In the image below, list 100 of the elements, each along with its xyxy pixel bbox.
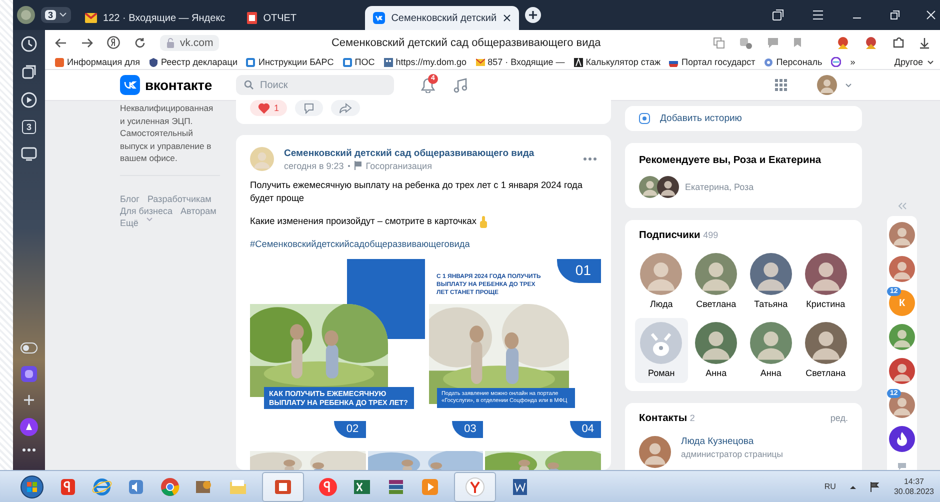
forward-icon[interactable] — [81, 38, 93, 48]
puzzle-icon[interactable] — [892, 36, 905, 49]
browser-icon[interactable] — [58, 476, 78, 496]
browser-icon[interactable] — [318, 476, 338, 496]
bookmark[interactable]: ПОС — [342, 57, 375, 67]
follower[interactable]: Люда — [635, 249, 688, 314]
play-icon[interactable] — [21, 92, 37, 108]
bookmark[interactable]: Информация для — [55, 57, 140, 67]
bookmark-favicon-icon — [246, 58, 256, 66]
edge-icon[interactable] — [831, 57, 842, 67]
chat-shortcut[interactable] — [889, 426, 915, 452]
browser-tab[interactable]: 122 · Входящие — Яндекс — [77, 6, 234, 30]
chevron-down-icon[interactable] — [845, 82, 852, 88]
comment-button[interactable] — [295, 100, 324, 116]
internet-explorer-icon[interactable] — [92, 476, 112, 496]
chat-shortcut[interactable] — [889, 358, 915, 384]
screen-share-icon[interactable] — [21, 146, 37, 162]
tabs-icon[interactable] — [772, 9, 784, 21]
follower[interactable]: Татьяна — [744, 249, 798, 314]
bookmark-favicon-icon — [342, 58, 352, 66]
more-icon[interactable] — [22, 448, 36, 452]
avatar[interactable] — [657, 176, 679, 198]
new-tab-icon[interactable] — [524, 7, 541, 23]
share-icon — [339, 102, 352, 114]
chat-avatar — [889, 392, 915, 418]
extension-icon[interactable] — [739, 36, 753, 48]
section-title[interactable]: Контакты 2 — [639, 413, 695, 424]
clock[interactable]: 14:37 30.08.2023 — [894, 476, 934, 496]
back-icon[interactable] — [55, 38, 67, 48]
chat-shortcut[interactable] — [889, 256, 915, 282]
tray-arrow-icon[interactable] — [850, 484, 856, 488]
reload-icon[interactable] — [134, 36, 146, 48]
comment-icon — [303, 102, 316, 114]
bookmark[interactable]: Портал государст — [669, 57, 756, 67]
follower-avatar — [804, 253, 847, 295]
profile-icon[interactable] — [17, 6, 35, 24]
apps-grid-icon[interactable] — [775, 79, 787, 91]
address-text: vk.com — [180, 36, 214, 48]
address-field[interactable]: vk.com — [160, 34, 220, 50]
chat-shortcut[interactable] — [889, 324, 915, 350]
language-indicator[interactable]: RU — [824, 482, 836, 491]
add-icon[interactable] — [23, 394, 35, 406]
flag-icon[interactable] — [870, 482, 880, 492]
chrome-icon[interactable] — [160, 476, 180, 496]
add-story-button[interactable]: Добавить историю — [625, 106, 862, 131]
hashtag-link[interactable]: #Семенковскийдетскийсадобщеразвивающеговида — [250, 239, 470, 249]
assistant-icon[interactable] — [21, 366, 37, 382]
follower[interactable]: Роман — [635, 318, 688, 383]
tab-count-button[interactable]: 3 — [22, 120, 36, 134]
follower[interactable]: Кристина — [799, 249, 852, 314]
browser-tab[interactable]: ОТЧЕТ — [239, 6, 360, 30]
collections-icon[interactable] — [21, 64, 37, 80]
chat-shortcut[interactable] — [889, 222, 915, 248]
start-button-icon[interactable] — [20, 474, 44, 498]
bookmarks-more[interactable]: » — [850, 57, 856, 67]
post-text: Получить ежемесячную выплату на ребенка до трех лет с 1 января 2024 года будет проще — [250, 179, 584, 205]
yandex-browser-icon[interactable] — [465, 476, 485, 496]
contact-name[interactable]: Люда Кузнецова — [681, 436, 783, 447]
menu-icon[interactable] — [812, 10, 824, 20]
heart-icon — [258, 102, 270, 114]
vk-logo-icon — [373, 12, 386, 24]
media-player-icon[interactable] — [420, 476, 440, 496]
post-time[interactable]: сегодня в 9:23 — [284, 160, 344, 170]
music-icon[interactable] — [453, 78, 467, 92]
vk-logo[interactable]: вконтакте — [120, 75, 236, 95]
share-button[interactable] — [331, 100, 360, 116]
chat-avatar — [889, 358, 915, 384]
document-icon[interactable] — [510, 476, 530, 496]
bookmark[interactable]: 857 · Входящие — — [476, 57, 565, 67]
follower[interactable]: Светлана — [690, 249, 742, 314]
bookmark[interactable]: Инструкции БАРС — [246, 57, 334, 67]
chevron-down-icon — [146, 216, 154, 222]
follower[interactable]: Анна — [744, 318, 798, 383]
history-icon[interactable] — [21, 36, 37, 52]
other-bookmarks[interactable]: Другое — [894, 57, 940, 67]
friend-names: Екатерина, Роза — [685, 182, 754, 192]
browser-tab[interactable]: Семенковский детский — [365, 6, 519, 30]
yandex-icon[interactable] — [107, 36, 120, 49]
contact-avatar[interactable] — [639, 436, 671, 468]
extension-icon[interactable] — [836, 36, 850, 50]
extension-icon[interactable] — [864, 36, 878, 50]
restore-icon[interactable] — [890, 10, 900, 20]
search-icon — [244, 80, 254, 90]
document-icon — [247, 12, 258, 24]
bookmark[interactable]: https://my.dom.go — [384, 57, 467, 67]
follower-avatar — [750, 253, 792, 295]
section-title[interactable]: Подписчики 499 — [635, 230, 852, 241]
post-author[interactable]: Семенковский детский сад общеразвивающего вида — [284, 148, 573, 158]
chevron-down-icon — [927, 60, 934, 64]
tab-counter[interactable]: 3 — [41, 7, 72, 23]
translate-icon[interactable] — [713, 36, 725, 48]
bookmark[interactable]: Калькулятор стаж — [574, 57, 660, 67]
alice-icon[interactable] — [20, 418, 38, 436]
bookmark[interactable]: Реестр деклараци — [148, 57, 238, 67]
close-icon[interactable] — [502, 14, 511, 22]
follower[interactable]: Светлана — [799, 318, 852, 383]
follower[interactable]: Анна — [690, 318, 742, 383]
toggle-icon[interactable] — [20, 342, 38, 354]
bookmark[interactable]: Персональ — [764, 57, 822, 67]
download-icon[interactable] — [919, 36, 930, 48]
